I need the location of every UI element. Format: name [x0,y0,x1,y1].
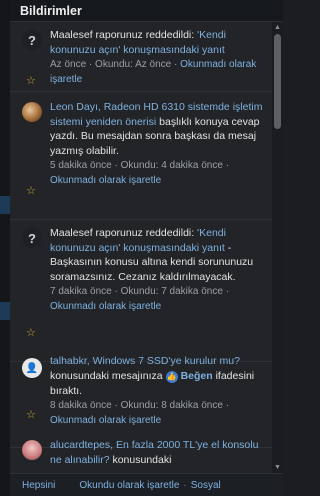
background-page-edge [0,0,10,496]
scroll-down-arrow-icon[interactable]: ▼ [272,462,283,473]
scroll-up-arrow-icon[interactable]: ▲ [272,22,283,33]
mark-all-read-link[interactable]: Okundu olarak işaretle [79,480,179,491]
notification-item[interactable]: alucardtepes, En fazla 2000 TL'ye el kon… [10,432,272,473]
scrollbar[interactable]: ▲ ▼ [272,22,283,473]
meta-separator: · [225,400,230,412]
reaction-label[interactable]: Beğen [181,369,213,384]
panel-title: Bildirimler [20,3,82,18]
all-notifications-link[interactable]: Hepsini [22,480,55,491]
mark-unread-link[interactable]: Okunmadı olarak işaretle [50,301,161,312]
notification-time: 7 dakika önce [50,286,112,297]
notification-text: Maalesef raporunuz reddedildi: [50,29,198,41]
user-avatar[interactable] [22,102,42,122]
like-icon: 👍 [165,370,178,383]
notification-time: Az önce [50,59,87,70]
notification-time: 8 dakika önce [50,400,112,412]
notification-link[interactable]: , Windows 7 SSD'ye kurulur mu? [87,355,240,367]
star-icon[interactable]: ☆ [26,326,36,339]
panel-header: Bildirimler [10,0,283,22]
notification-read-time: Okundu: 8 dakika önce [120,400,223,412]
notification-text: konusundaki [109,453,172,466]
footer-separator: · [183,479,187,491]
mark-unread-link[interactable]: Okunmadı olarak işaretle [50,175,161,186]
meta-separator: · [114,400,118,412]
star-icon[interactable]: ☆ [26,408,36,421]
panel-footer: Hepsini Okundu olarak işaretle · Sosyal [10,473,283,496]
notification-user[interactable]: alucardtepes [50,439,110,451]
notification-text: Maalesef raporunuz reddedildi: [50,227,198,239]
mark-unread-link[interactable]: Okunmadı olarak işaretle [50,415,161,426]
meta-separator: · [174,59,178,70]
notification-time: 5 dakika önce [50,160,112,171]
notification-read-time: Okundu: 4 dakika önce [120,160,223,171]
background-highlight [0,302,10,320]
meta-separator: · [225,286,230,297]
star-icon[interactable]: ☆ [26,74,36,87]
meta-separator: · [88,59,93,70]
unknown-avatar-icon: ? [22,228,42,248]
notifications-panel: Bildirimler ? ☆ Maalesef raporunuz redde… [10,0,283,496]
meta-separator: · [114,160,118,171]
scrollbar-thumb[interactable] [274,34,281,129]
notification-user[interactable]: talhabkr [50,355,87,367]
meta-separator: · [114,286,118,297]
star-icon[interactable]: ☆ [26,184,36,197]
notification-read-time: Okundu: 7 dakika önce [120,286,223,297]
notification-item[interactable]: ☆ Leon Dayı, Radeon HD 6310 sistemde işl… [10,92,272,220]
notification-read-time: Okundu: Az önce [95,59,172,70]
background-highlight [0,196,10,214]
notification-list: ? ☆ Maalesef raporunuz reddedildi: 'Kend… [10,22,272,473]
user-avatar[interactable]: 👤 [22,358,42,378]
meta-separator: · [225,160,230,171]
notification-text: konusundaki mesajınıza [50,369,166,382]
user-avatar[interactable] [22,440,42,460]
notification-item[interactable]: ? ☆ Maalesef raporunuz reddedildi: 'Kend… [10,220,272,362]
unknown-avatar-icon: ? [22,30,42,50]
notification-item[interactable]: ? ☆ Maalesef raporunuz reddedildi: 'Kend… [10,22,272,92]
social-link[interactable]: Sosyal [191,480,221,491]
